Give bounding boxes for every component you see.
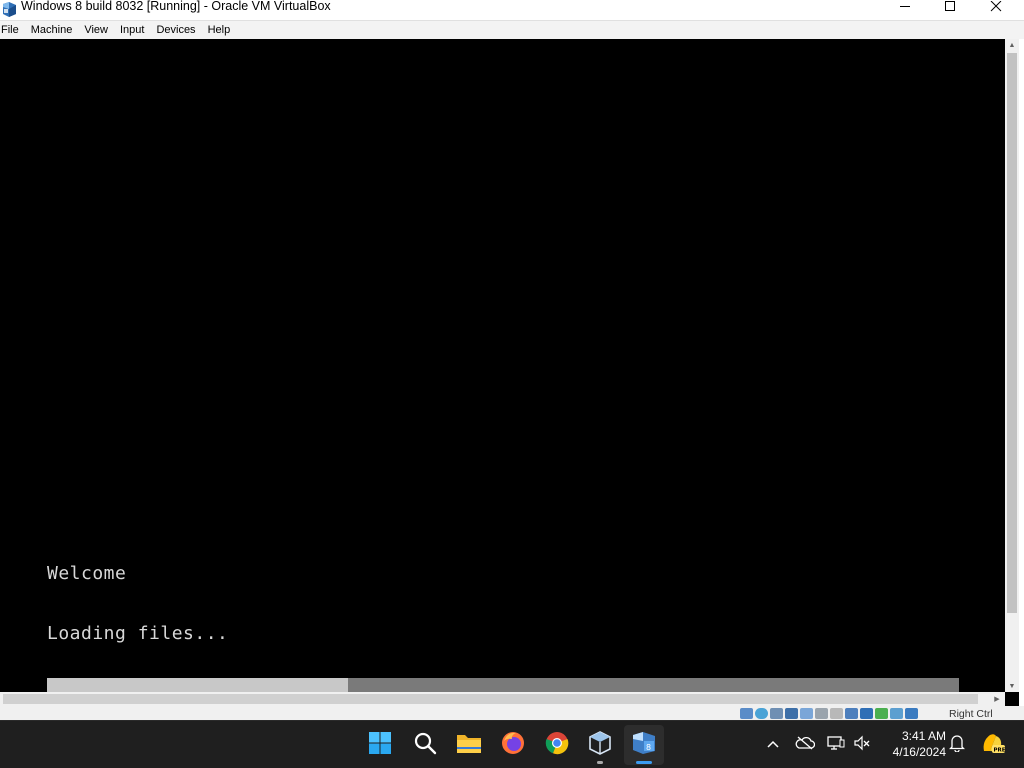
copilot-button[interactable]: PRE — [978, 721, 1008, 768]
chrome-button[interactable] — [537, 725, 577, 765]
scroll-down-icon[interactable]: ▼ — [1005, 680, 1019, 692]
window-border — [1019, 39, 1024, 720]
close-icon — [990, 0, 1002, 18]
menu-devices[interactable]: Devices — [156, 21, 201, 39]
start-button[interactable] — [360, 725, 400, 765]
display-network-button[interactable] — [825, 721, 847, 768]
maximize-icon — [944, 0, 956, 18]
show-hidden-icons-chevron — [766, 736, 780, 754]
svg-text:8: 8 — [646, 743, 651, 752]
virtualbox-vm-button[interactable]: 8 — [624, 725, 664, 765]
shared-folders-icon[interactable] — [815, 708, 828, 719]
host-key-label[interactable]: Right Ctrl — [949, 709, 993, 720]
vertical-scroll-thumb[interactable] — [1007, 53, 1017, 613]
vm-status-bar: Right Ctrl — [0, 706, 1024, 720]
taskbar: 8 3:41 AM 4/16/2024 PRE — [0, 720, 1024, 768]
welcome-text: Welcome — [47, 563, 127, 584]
recording-icon[interactable] — [860, 708, 873, 719]
menu-bar: File Machine View Input Devices Help — [0, 21, 1024, 39]
menu-machine[interactable]: Machine — [31, 21, 79, 39]
hard-disk-icon[interactable] — [740, 708, 753, 719]
volume-button[interactable] — [851, 721, 873, 768]
bell-icon — [948, 734, 966, 757]
scroll-up-icon[interactable]: ▲ — [1005, 39, 1019, 51]
file-explorer-icon — [456, 732, 482, 759]
menu-help[interactable]: Help — [208, 21, 237, 39]
horizontal-scrollbar[interactable]: ▶ — [0, 692, 1005, 706]
close-button[interactable] — [973, 0, 1019, 21]
search-button[interactable] — [405, 725, 445, 765]
minimize-icon — [899, 0, 911, 18]
onedrive-button[interactable] — [793, 721, 817, 768]
onedrive-icon — [795, 736, 816, 755]
virtualbox-vm-icon: 8 — [631, 731, 657, 760]
audio-icon[interactable] — [770, 708, 783, 719]
minimize-button[interactable] — [882, 0, 928, 21]
window-titlebar: Windows 8 build 8032 [Running] - Oracle … — [0, 0, 1024, 21]
video-capture-icon[interactable] — [845, 708, 858, 719]
copilot-preview-icon: PRE — [980, 731, 1006, 760]
vertical-scrollbar[interactable]: ▲ ▼ — [1005, 39, 1019, 692]
virtualbox-manager-button[interactable] — [580, 725, 620, 765]
status-indicators — [740, 708, 918, 719]
volume-muted-icon — [853, 735, 871, 756]
firefox-icon — [501, 731, 525, 760]
scroll-right-icon[interactable]: ▶ — [990, 692, 1004, 706]
network-icon[interactable] — [785, 708, 798, 719]
vm-display[interactable]: Welcome Loading files... — [0, 39, 1005, 692]
firefox-button[interactable] — [493, 725, 533, 765]
display-network-icon — [827, 735, 845, 756]
optical-drive-icon[interactable] — [755, 708, 768, 719]
virtualbox-manager-icon — [588, 730, 612, 760]
notifications-button[interactable] — [946, 721, 968, 768]
file-explorer-button[interactable] — [449, 725, 489, 765]
loading-progress-bar — [47, 678, 959, 692]
menu-file[interactable]: File — [0, 21, 25, 39]
usb-icon[interactable] — [800, 708, 813, 719]
svg-text:PRE: PRE — [994, 747, 1006, 753]
keyboard-icon[interactable] — [905, 708, 918, 719]
maximize-button[interactable] — [927, 0, 973, 21]
display-icon[interactable] — [830, 708, 843, 719]
menu-input[interactable]: Input — [120, 21, 150, 39]
active-indicator — [636, 761, 652, 764]
cpu-icon[interactable] — [875, 708, 888, 719]
virtualbox-icon — [1, 1, 18, 18]
search-icon — [413, 731, 437, 760]
chrome-icon — [545, 731, 569, 760]
mouse-integration-icon[interactable] — [890, 708, 903, 719]
loading-progress-fill — [47, 678, 348, 692]
menu-view[interactable]: View — [84, 21, 114, 39]
clock-date: 4/16/2024 — [892, 745, 946, 759]
window-title: Windows 8 build 8032 [Running] - Oracle … — [21, 0, 331, 13]
running-indicator — [597, 761, 603, 764]
horizontal-scroll-thumb[interactable] — [3, 694, 978, 704]
clock[interactable]: 3:41 AM 4/16/2024 — [880, 728, 946, 760]
show-hidden-icons-button[interactable] — [762, 721, 784, 768]
start-icon — [368, 731, 392, 760]
loading-text: Loading files... — [47, 623, 229, 644]
clock-time: 3:41 AM — [901, 729, 946, 743]
